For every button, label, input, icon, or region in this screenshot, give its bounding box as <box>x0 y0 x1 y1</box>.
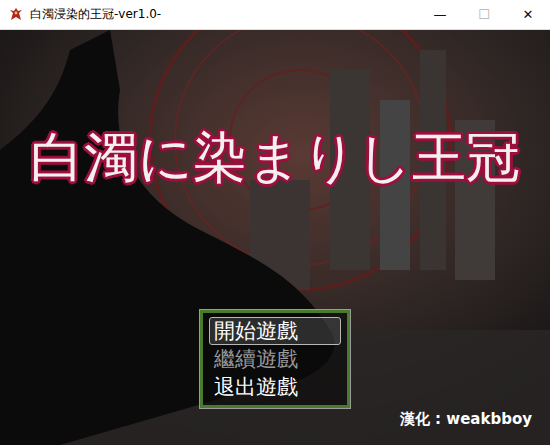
window-title: 白濁浸染的王冠-ver1.0- <box>30 6 412 23</box>
window-control-button[interactable]: ☐ <box>462 0 506 29</box>
title-screen: 白濁に染まりし王冠開始遊戲繼續遊戲退出遊戲漢化 : weakbboy <box>0 30 550 445</box>
title-bar: 白濁浸染的王冠-ver1.0- —☐✕ <box>0 0 550 30</box>
title-menu: 開始遊戲繼續遊戲退出遊戲 <box>200 310 350 408</box>
game-logo: 白濁に染まりし王冠 <box>30 118 520 198</box>
dragon-icon <box>8 7 24 23</box>
window-control-button[interactable]: ✕ <box>506 0 550 29</box>
menu-item[interactable]: 退出遊戲 <box>209 373 341 401</box>
translator-credit: 漢化 : weakbboy <box>400 410 532 429</box>
menu-item[interactable]: 開始遊戲 <box>209 317 341 345</box>
menu-item[interactable]: 繼續遊戲 <box>209 345 341 373</box>
window-control-button[interactable]: — <box>418 0 462 29</box>
window-controls: —☐✕ <box>418 0 550 29</box>
game-window: 白濁浸染的王冠-ver1.0-—☐✕白濁に染まりし王冠開始遊戲繼續遊戲退出遊戲漢… <box>0 0 550 445</box>
